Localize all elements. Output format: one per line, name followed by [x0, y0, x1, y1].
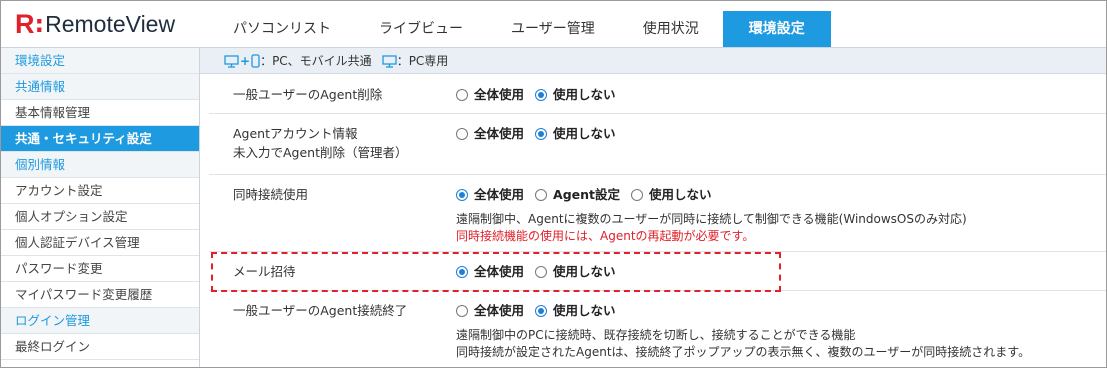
tab-pc-list[interactable]: パソコンリスト [209, 11, 355, 47]
setting-row-agent-account: Agentアカウント情報 未入力でAgent削除（管理者） 全体使用 使用しない [209, 114, 1106, 175]
mobile-icon [251, 53, 260, 68]
tab-usage[interactable]: 使用状況 [619, 11, 723, 47]
monitor-icon [382, 54, 397, 68]
radio-option-none[interactable]: 使用しない [535, 301, 616, 320]
radio-button-selected[interactable] [535, 127, 548, 140]
radio-label: 全体使用 [474, 187, 525, 202]
sidebar-section-login[interactable]: ログイン管理 [1, 308, 199, 334]
sidebar-item-basic-info[interactable]: 基本情報管理 [1, 100, 199, 126]
setting-description: 同時接続が設定されたAgentは、接続終了ポップアップの表示無く、複数のユーザー… [456, 345, 1031, 359]
radio-button[interactable] [535, 265, 548, 278]
radio-option-none[interactable]: 使用しない [631, 185, 712, 204]
sidebar-item-auth-device[interactable]: 個人認証デバイス管理 [1, 230, 199, 256]
main-tabs: パソコンリスト ライブビュー ユーザー管理 使用状況 環境設定 [209, 11, 831, 47]
sidebar-item-security[interactable]: 共通・セキュリティ設定 [1, 126, 199, 152]
sidebar-section-settings[interactable]: 環境設定 [1, 48, 199, 74]
radio-label: 使用しない [553, 126, 616, 141]
sidebar-section-common[interactable]: 共通情報 [1, 74, 199, 100]
settings-list: 一般ユーザーのAgent削除 全体使用 使用しない Agentアカウント情報 未… [209, 75, 1106, 367]
radio-group: 全体使用 Agent設定 使用しない [456, 185, 723, 204]
radio-button-selected[interactable] [535, 88, 548, 101]
tab-settings[interactable]: 環境設定 [722, 11, 831, 47]
radio-label: Agent設定 [553, 187, 620, 202]
radio-option-all[interactable]: 全体使用 [456, 301, 524, 320]
setting-row-mail-invite: メール招待 全体使用 使用しない [209, 252, 1106, 291]
radio-option-all[interactable]: 全体使用 [456, 185, 524, 204]
legend-shared-label: ：PC、モバイル共通 [260, 54, 372, 68]
header: R: RemoteView パソコンリスト ライブビュー ユーザー管理 使用状況 … [1, 1, 1106, 48]
radio-button[interactable] [456, 127, 468, 140]
sidebar-item-personal-options[interactable]: 個人オプション設定 [1, 204, 199, 230]
radio-group: 全体使用 使用しない [456, 301, 627, 320]
radio-button[interactable] [456, 88, 468, 101]
setting-label: Agentアカウント情報 未入力でAgent削除（管理者） [233, 124, 408, 162]
setting-label-line1: Agentアカウント情報 [233, 126, 358, 141]
radio-group: 全体使用 使用しない [456, 85, 627, 104]
setting-row-concurrent: 同時接続使用 全体使用 Agent設定 使用しない 遠隔制御中、Agentに複数… [209, 175, 1106, 252]
radio-button-selected[interactable] [456, 265, 468, 278]
radio-option-all[interactable]: 全体使用 [456, 85, 524, 104]
legend-pc-only-label: ：PC専用 [396, 54, 449, 68]
logo-text: RemoteView [45, 10, 176, 37]
setting-label: 一般ユーザーのAgent接続終了 [233, 303, 408, 318]
device-legend: + ：PC、モバイル共通 ：PC専用 [200, 48, 1106, 74]
radio-label: 全体使用 [474, 264, 525, 279]
tab-live-view[interactable]: ライブビュー [355, 11, 487, 47]
setting-label: 一般ユーザーのAgent削除 [233, 87, 383, 102]
setting-description: 遠隔制御中のPCに接続時、既存接続を切断し、接続することができる機能 [456, 328, 856, 342]
radio-label: 全体使用 [474, 87, 525, 102]
sidebar-item-password-change[interactable]: パスワード変更 [1, 256, 199, 282]
sidebar-section-individual[interactable]: 個別情報 [1, 152, 199, 178]
setting-label: 同時接続使用 [233, 187, 309, 202]
radio-button[interactable] [456, 304, 468, 317]
setting-warning: 同時接続機能の使用には、Agentの再起動が必要です。 [456, 229, 755, 243]
radio-group: 全体使用 使用しない [456, 124, 627, 143]
monitor-icon [224, 54, 239, 68]
logo[interactable]: R: RemoteView [15, 9, 175, 39]
radio-option-none[interactable]: 使用しない [535, 85, 616, 104]
radio-option-none[interactable]: 使用しない [535, 262, 616, 281]
radio-group: 全体使用 使用しない [456, 262, 627, 281]
sidebar-item-account[interactable]: アカウント設定 [1, 178, 199, 204]
radio-option-all[interactable]: 全体使用 [456, 124, 524, 143]
sidebar-item-password-history[interactable]: マイパスワード変更履歴 [1, 282, 199, 308]
logo-colon: : [34, 10, 45, 38]
radio-button[interactable] [631, 188, 643, 201]
plus-icon: + [240, 53, 251, 68]
tab-user-management[interactable]: ユーザー管理 [487, 11, 619, 47]
setting-row-agent-delete: 一般ユーザーのAgent削除 全体使用 使用しない [209, 75, 1106, 114]
sidebar-item-last-login[interactable]: 最終ログイン [1, 334, 199, 360]
radio-label: 使用しない [649, 187, 712, 202]
setting-label: メール招待 [233, 264, 296, 279]
radio-label: 使用しない [553, 264, 616, 279]
radio-option-none[interactable]: 使用しない [535, 124, 616, 143]
radio-button-selected[interactable] [456, 188, 468, 201]
logo-r-mark: R [15, 8, 34, 39]
setting-label-line2: 未入力でAgent削除（管理者） [233, 145, 408, 160]
app-frame: R: RemoteView パソコンリスト ライブビュー ユーザー管理 使用状況 … [0, 0, 1107, 368]
sidebar: 環境設定 共通情報 基本情報管理 共通・セキュリティ設定 個別情報 アカウント設… [1, 48, 200, 367]
radio-option-all[interactable]: 全体使用 [456, 262, 524, 281]
radio-label: 使用しない [553, 303, 616, 318]
radio-button-selected[interactable] [535, 304, 548, 317]
setting-row-agent-disconnect: 一般ユーザーのAgent接続終了 全体使用 使用しない 遠隔制御中のPCに接続時… [209, 291, 1106, 367]
radio-label: 使用しない [553, 87, 616, 102]
radio-button[interactable] [535, 188, 548, 201]
radio-option-agent[interactable]: Agent設定 [535, 185, 620, 204]
setting-description: 遠隔制御中、Agentに複数のユーザーが同時に接続して制御できる機能(Windo… [456, 212, 967, 226]
radio-label: 全体使用 [474, 303, 525, 318]
radio-label: 全体使用 [474, 126, 525, 141]
